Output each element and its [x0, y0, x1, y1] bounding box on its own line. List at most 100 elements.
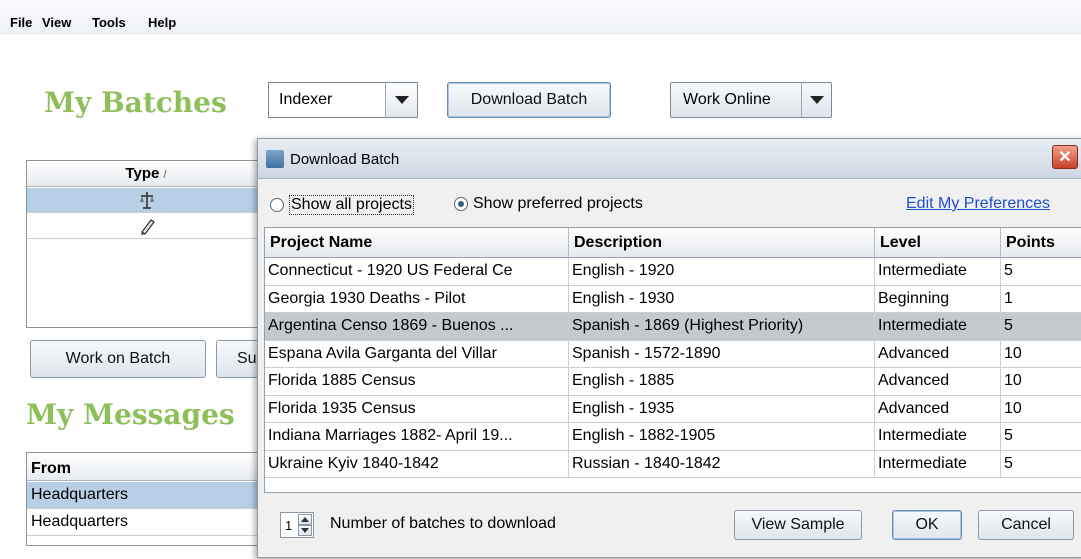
radio-show-all[interactable]: Show all projects	[270, 195, 414, 215]
menu-bar: File View Tools Help	[0, 0, 1081, 34]
cell-points: 10	[1001, 396, 1081, 423]
cell-points: 5	[1001, 451, 1081, 478]
type-column-header[interactable]: Type /	[27, 161, 265, 187]
chevron-down-icon[interactable]	[801, 83, 831, 117]
sort-indicator: /	[163, 169, 167, 181]
app-tree-icon	[266, 150, 284, 168]
cell-points: 10	[1001, 341, 1081, 368]
cell-project-name: Florida 1935 Census	[265, 395, 569, 423]
chevron-up-icon[interactable]	[298, 514, 312, 525]
message-row[interactable]: Headquarters	[27, 482, 265, 509]
table-row[interactable]: Florida 1885 Census English - 1885 Advan…	[265, 368, 1081, 396]
cell-level: Intermediate	[875, 450, 1001, 478]
dialog-title: Download Batch	[290, 151, 400, 168]
projects-table-header: Project Name Description Level Points	[265, 228, 1081, 258]
cell-level: Advanced	[875, 395, 1001, 423]
cell-project-name: Georgia 1930 Deaths - Pilot	[265, 285, 569, 313]
table-row[interactable]: Florida 1935 Census English - 1935 Advan…	[265, 395, 1081, 423]
batch-count-stepper[interactable]: 1	[280, 512, 314, 538]
cell-description: English - 1882-1905	[569, 423, 875, 450]
dialog-footer: 1 Number of batches to download View Sam…	[258, 501, 1081, 559]
my-messages-title: My Messages	[26, 398, 235, 431]
column-header-project-name[interactable]: Project Name	[265, 228, 569, 258]
my-batches-title: My Batches	[44, 86, 227, 119]
cell-level: Advanced	[875, 340, 1001, 368]
cancel-button[interactable]: Cancel	[978, 510, 1074, 540]
batch-count-label: Number of batches to download	[330, 515, 556, 532]
radio-circle-icon	[270, 198, 284, 212]
cell-description: Spanish - 1572-1890	[569, 340, 875, 368]
cell-points: 5	[1001, 313, 1081, 340]
column-header-points[interactable]: Points	[1001, 228, 1081, 258]
work-online-label: Work Online	[683, 91, 771, 108]
batch-count-value[interactable]: 1	[285, 518, 292, 533]
role-select-value: Indexer	[279, 91, 333, 108]
work-online-button[interactable]: Work Online	[670, 82, 832, 118]
view-sample-button[interactable]: View Sample	[734, 510, 862, 540]
column-header-level[interactable]: Level	[875, 228, 1001, 258]
radio-show-preferred[interactable]: Show preferred projects	[454, 195, 643, 213]
menu-file[interactable]: File	[10, 15, 32, 30]
cell-level: Intermediate	[875, 258, 1001, 285]
cell-points: 1	[1001, 286, 1081, 313]
table-row[interactable]: Georgia 1930 Deaths - Pilot English - 19…	[265, 285, 1081, 313]
chevron-down-icon[interactable]	[298, 525, 312, 536]
download-batch-dialog: Download Batch ✕ Show all projects Show …	[257, 138, 1081, 558]
cell-project-name: Florida 1885 Census	[265, 368, 569, 395]
type-header-label: Type	[125, 165, 160, 182]
table-row[interactable]: Espana Avila Garganta del Villar Spanish…	[265, 340, 1081, 368]
pencil-icon	[141, 219, 155, 235]
dialog-title-bar[interactable]: Download Batch ✕	[258, 139, 1081, 179]
projects-table: Project Name Description Level Points Co…	[264, 227, 1081, 493]
download-batch-label: Download Batch	[470, 91, 588, 108]
radio-selected-icon	[454, 197, 468, 211]
work-on-batch-button[interactable]: Work on Batch	[30, 340, 206, 378]
table-row[interactable]	[27, 188, 265, 213]
message-row[interactable]: Headquarters	[27, 509, 265, 536]
batches-table: Type /	[26, 160, 266, 328]
ok-label: OK	[915, 516, 939, 533]
scale-icon	[140, 192, 154, 209]
cell-points: 10	[1001, 368, 1081, 395]
edit-preferences-link[interactable]: Edit My Preferences	[906, 195, 1050, 213]
messages-table: From Headquarters Headquarters	[26, 452, 266, 546]
radio-show-all-label: Show all projects	[289, 195, 414, 215]
cell-level: Advanced	[875, 368, 1001, 395]
close-icon[interactable]: ✕	[1052, 145, 1078, 169]
cell-project-name: Argentina Censo 1869 - Buenos ...	[265, 313, 569, 340]
cell-level: Beginning	[875, 285, 1001, 313]
work-on-batch-label: Work on Batch	[65, 350, 171, 367]
download-batch-button[interactable]: Download Batch	[447, 82, 611, 118]
table-row[interactable]	[27, 214, 265, 239]
menu-view[interactable]: View	[42, 15, 71, 30]
table-row[interactable]: Indiana Marriages 1882- April 19... Engl…	[265, 423, 1081, 451]
menu-help[interactable]: Help	[148, 15, 176, 30]
cell-description: English - 1930	[569, 285, 875, 313]
cell-points: 5	[1001, 423, 1081, 450]
from-column-header[interactable]: From	[27, 453, 265, 481]
cell-description: English - 1885	[569, 368, 875, 395]
submit-label: Su	[237, 350, 257, 367]
cell-description: Russian - 1840-1842	[569, 450, 875, 478]
cell-points: 5	[1001, 258, 1081, 285]
radio-show-preferred-label: Show preferred projects	[473, 195, 643, 212]
ok-button[interactable]: OK	[892, 510, 962, 540]
cell-description: Spanish - 1869 (Highest Priority)	[569, 313, 875, 340]
table-row-selected[interactable]: Argentina Censo 1869 - Buenos ... Spanis…	[265, 313, 1081, 341]
cell-level: Intermediate	[875, 423, 1001, 450]
cell-description: English - 1920	[569, 258, 875, 285]
cell-project-name: Espana Avila Garganta del Villar	[265, 340, 569, 368]
cell-project-name: Ukraine Kyiv 1840-1842	[265, 450, 569, 478]
cell-project-name: Indiana Marriages 1882- April 19...	[265, 423, 569, 450]
column-header-description[interactable]: Description	[569, 228, 875, 258]
cell-project-name: Connecticut - 1920 US Federal Ce	[265, 258, 569, 285]
view-sample-label: View Sample	[751, 516, 845, 533]
menu-tools[interactable]: Tools	[92, 15, 126, 30]
role-select[interactable]: Indexer	[268, 82, 418, 118]
cell-description: English - 1935	[569, 395, 875, 423]
table-row[interactable]: Connecticut - 1920 US Federal Ce English…	[265, 258, 1081, 286]
table-row[interactable]: Ukraine Kyiv 1840-1842 Russian - 1840-18…	[265, 450, 1081, 478]
cell-level: Intermediate	[875, 313, 1001, 340]
chevron-down-icon[interactable]	[385, 83, 417, 117]
cancel-label: Cancel	[1001, 516, 1051, 533]
